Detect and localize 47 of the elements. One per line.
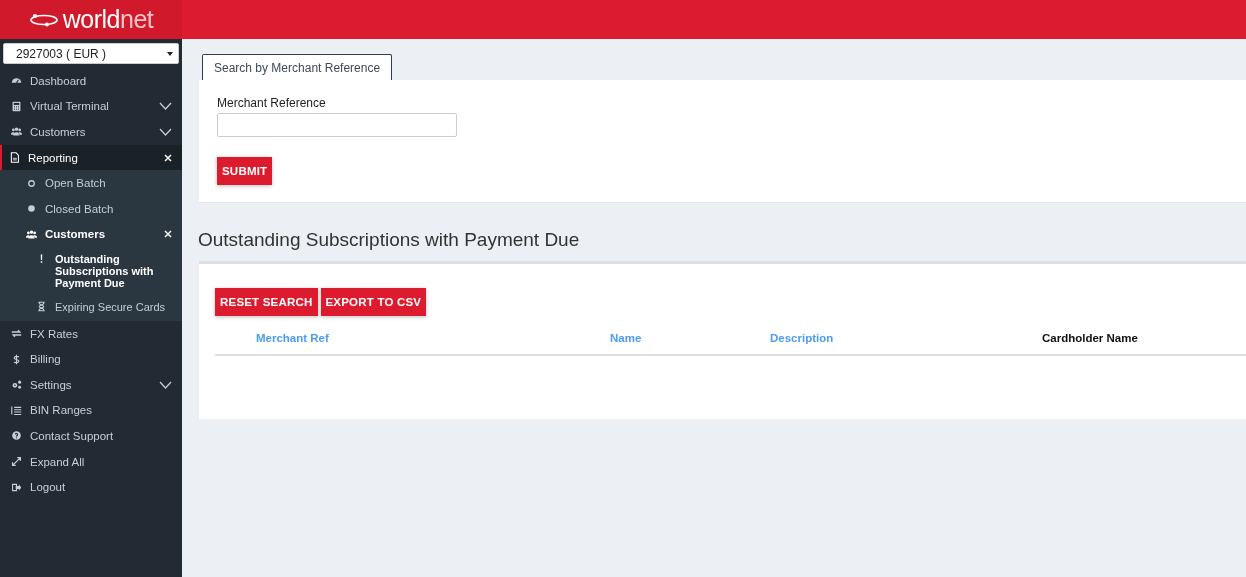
chevron-down-icon[interactable] — [159, 102, 172, 111]
close-icon[interactable] — [164, 153, 172, 162]
sidebar-item[interactable]: Dashboard — [0, 68, 182, 94]
dot-icon — [26, 203, 37, 215]
search-tab[interactable]: Search by Merchant Reference — [202, 54, 393, 80]
reset-search-button[interactable]: RESET SEARCH — [215, 288, 318, 316]
calculator-icon — [11, 100, 22, 112]
field-label: Merchant Reference — [217, 96, 326, 110]
sidebar-item[interactable]: Logout — [0, 474, 182, 500]
caret-icon — [167, 51, 173, 56]
column-header: Cardholder Name — [1042, 332, 1138, 344]
chevron-down-icon[interactable] — [159, 380, 172, 389]
sidebar-item[interactable]: Customers — [0, 221, 182, 248]
orbit-logo-icon — [28, 12, 59, 27]
sidebar-item[interactable]: BIN Ranges — [0, 397, 182, 424]
users-icon — [11, 126, 22, 138]
sidebar-item[interactable]: Expiring Secure Cards — [0, 295, 182, 321]
users-icon — [26, 228, 37, 240]
logo-text: worldnet — [62, 5, 154, 34]
close-icon[interactable] — [164, 230, 172, 239]
merchant-reference-field[interactable] — [217, 113, 457, 137]
account-dropdown[interactable]: 2927003 ( EUR ) — [3, 43, 179, 64]
exchange-icon — [11, 328, 22, 340]
dollar-icon — [11, 353, 22, 365]
sidebar-item[interactable]: Billing — [0, 346, 182, 372]
sidebar-item[interactable]: Expand All — [0, 448, 182, 475]
sidebar-item[interactable]: Customers — [0, 119, 182, 145]
sidebar-item[interactable]: Open Batch — [0, 170, 182, 196]
hourglass-icon — [36, 301, 47, 313]
logout-icon — [11, 481, 22, 493]
sidebar-item[interactable]: Settings — [0, 371, 182, 398]
gears-icon — [11, 379, 22, 391]
list-icon — [11, 404, 22, 416]
ring-icon — [26, 177, 37, 189]
document-icon — [9, 152, 20, 164]
sidebar-item[interactable]: Virtual Terminal — [0, 93, 182, 120]
chevron-down-icon[interactable] — [159, 128, 172, 136]
section-title: Outstanding Subscriptions with Payment Due — [198, 229, 581, 251]
help-icon — [11, 430, 22, 442]
export-csv-button[interactable]: EXPORT TO CSV — [320, 288, 427, 316]
sidebar-item[interactable]: Closed Batch — [0, 195, 182, 222]
sidebar-item[interactable]: FX Rates — [0, 320, 182, 347]
expand-icon — [11, 456, 22, 467]
sidebar-item[interactable]: Reporting — [0, 144, 182, 171]
submit-button[interactable]: SUBMIT — [217, 157, 273, 185]
sidebar-item[interactable]: Contact Support — [0, 423, 182, 449]
sidebar-item[interactable]: Outstanding Subscriptions with Payment Due — [0, 247, 182, 296]
